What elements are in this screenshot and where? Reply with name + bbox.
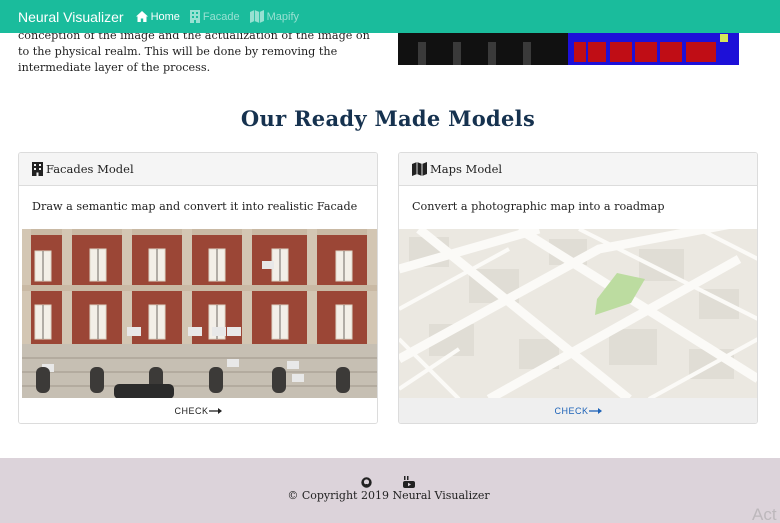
intro-line: intermediate layer of the process.	[18, 61, 211, 74]
facade-photo	[22, 229, 377, 399]
copyright-text: © Copyright 2019 Neural Visualizer	[287, 489, 490, 502]
home-icon	[135, 11, 148, 22]
check-label: CHECK	[554, 405, 589, 416]
maps-model-card: Maps Model Convert a photographic map in…	[398, 152, 758, 424]
map-icon	[412, 162, 427, 176]
check-button[interactable]: CHECK	[19, 398, 377, 423]
building-icon	[32, 162, 43, 176]
nav-mapify-label: Mapify	[266, 10, 300, 23]
navbar: Neural Visualizer Home Facade Mapify	[0, 0, 780, 33]
site-footer: © Copyright 2019 Neural Visualizer	[0, 458, 780, 523]
card-title: Facades Model	[46, 162, 134, 176]
youtube-icon	[403, 476, 415, 488]
building-icon	[189, 10, 200, 23]
nav-home-label: Home	[150, 10, 180, 23]
activation-watermark: Act	[752, 505, 777, 523]
card-description: Convert a photographic map into a roadma…	[412, 200, 665, 213]
section-title: Our Ready Made Models	[240, 106, 536, 131]
card-header: Facades Model	[19, 153, 377, 186]
nav-mapify-link[interactable]: Mapify	[249, 10, 300, 23]
card-title: Maps Model	[430, 162, 503, 176]
map-icon	[249, 10, 264, 23]
roadmap-image	[399, 229, 757, 399]
check-label: CHECK	[174, 405, 209, 416]
github-icon	[361, 477, 372, 488]
brand-link[interactable]: Neural Visualizer	[18, 9, 124, 25]
facades-model-card: Facades Model Draw a semantic map and co…	[18, 152, 378, 424]
arrow-right-icon	[208, 407, 222, 414]
intro-paragraph: conception of the image and the actualiz…	[18, 28, 380, 76]
nav-home-link[interactable]: Home	[135, 10, 180, 23]
card-header: Maps Model	[399, 153, 757, 186]
nav-facade-link[interactable]: Facade	[189, 10, 240, 23]
arrow-right-icon	[588, 407, 602, 414]
card-description: Draw a semantic map and convert it into …	[32, 200, 358, 213]
nav-facade-label: Facade	[202, 10, 240, 23]
check-button[interactable]: CHECK	[399, 398, 757, 423]
intro-line: to the physical realm. This will be done…	[18, 45, 338, 58]
